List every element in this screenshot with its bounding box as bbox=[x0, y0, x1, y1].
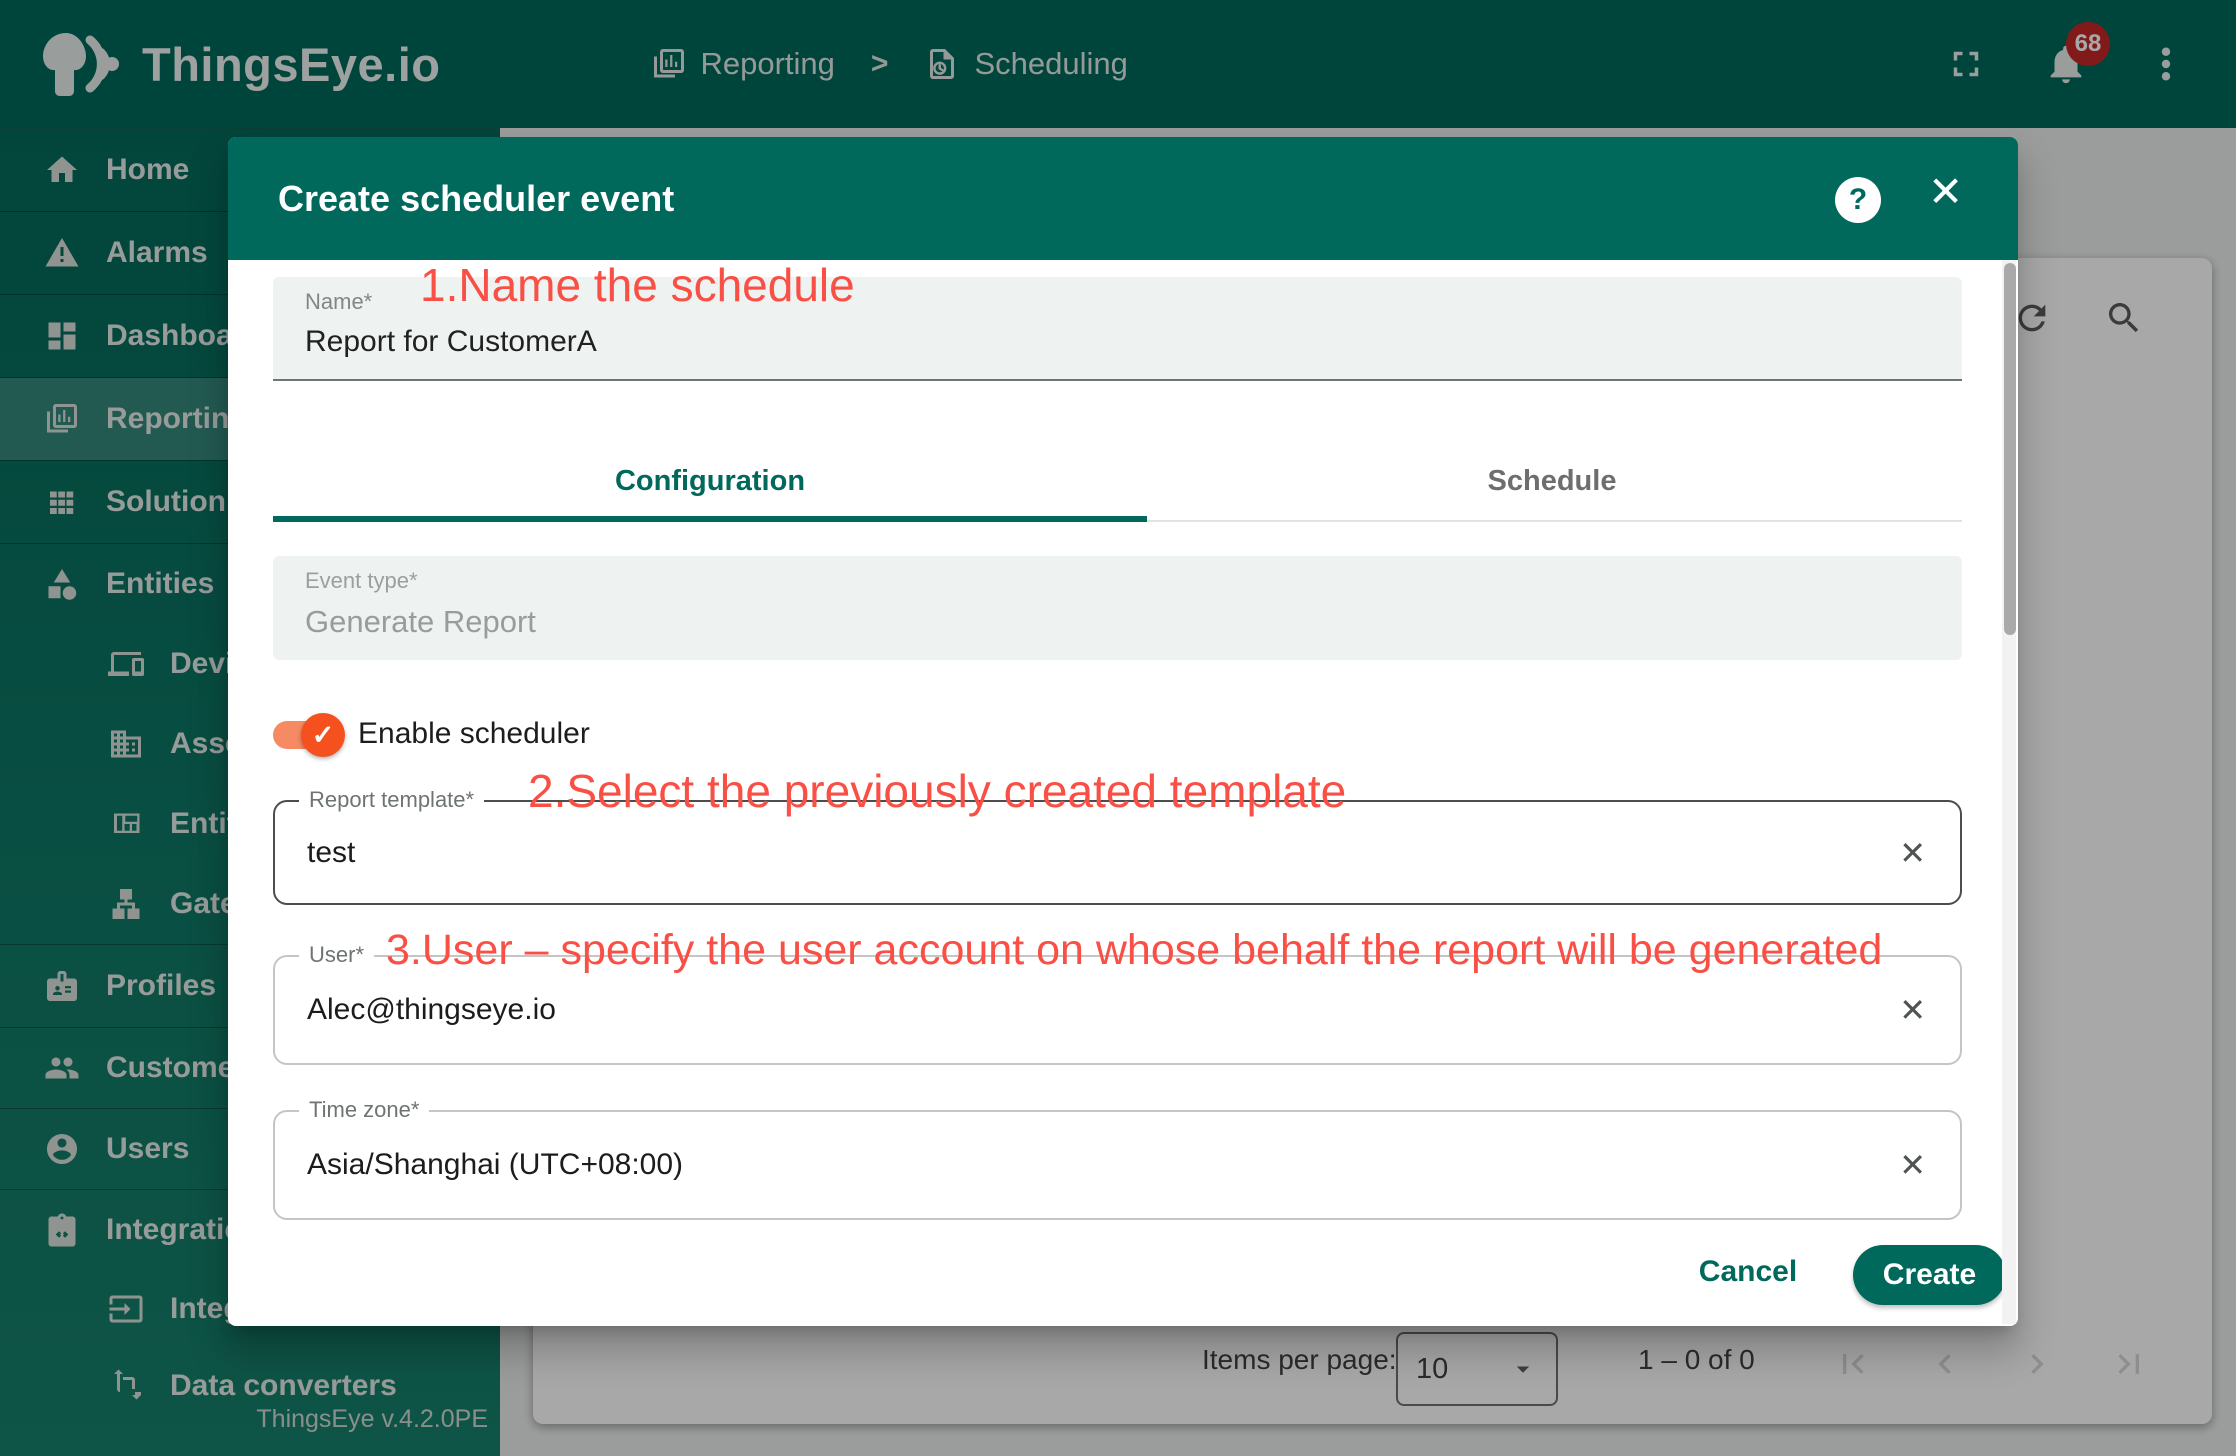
timezone-field-value: Asia/Shanghai (UTC+08:00) bbox=[307, 1148, 683, 1182]
active-tab-ink-bar bbox=[273, 516, 1147, 522]
dialog-tabs: Configuration Schedule bbox=[273, 437, 1962, 516]
create-scheduler-event-dialog: Create scheduler event ? ✕ Name* Report … bbox=[228, 137, 2018, 1326]
enable-scheduler-toggle[interactable]: ✓ bbox=[273, 721, 339, 749]
cancel-button[interactable]: Cancel bbox=[1688, 1255, 1808, 1289]
report-template-label: Report template* bbox=[299, 787, 484, 813]
annotation-step2: 2.Select the previously created template bbox=[528, 764, 1346, 818]
dialog-header: Create scheduler event ? ✕ bbox=[228, 137, 2018, 260]
clear-user-icon[interactable]: ✕ bbox=[1899, 991, 1926, 1029]
timezone-field-label: Time zone* bbox=[299, 1097, 429, 1123]
user-field-label: User* bbox=[299, 942, 374, 968]
help-icon[interactable]: ? bbox=[1835, 177, 1881, 223]
check-icon: ✓ bbox=[312, 720, 335, 751]
dialog-scrollbar-thumb[interactable] bbox=[2004, 263, 2016, 635]
clear-timezone-icon[interactable]: ✕ bbox=[1899, 1146, 1926, 1184]
annotation-step3: 3.User – specify the user account on who… bbox=[386, 926, 1882, 975]
name-field-value: Report for CustomerA bbox=[305, 325, 597, 359]
enable-scheduler-label: Enable scheduler bbox=[358, 717, 590, 751]
tab-schedule[interactable]: Schedule bbox=[1488, 465, 1617, 498]
dialog-title: Create scheduler event bbox=[278, 178, 674, 220]
user-field-value: Alec@thingseye.io bbox=[307, 993, 556, 1027]
name-field-label: Name* bbox=[305, 289, 372, 315]
toggle-thumb: ✓ bbox=[301, 713, 345, 757]
timezone-field[interactable]: Time zone* Asia/Shanghai (UTC+08:00) ✕ bbox=[273, 1110, 1962, 1220]
screen: ThingsEye.io Reporting > bbox=[0, 0, 2236, 1456]
report-template-value: test bbox=[307, 836, 355, 870]
event-type-field-value: Generate Report bbox=[305, 604, 536, 640]
event-type-field-label: Event type* bbox=[305, 568, 418, 594]
event-type-field: Event type* Generate Report bbox=[273, 556, 1962, 660]
dialog-scrollbar[interactable] bbox=[2002, 260, 2016, 1324]
tab-configuration[interactable]: Configuration bbox=[615, 465, 805, 498]
create-button[interactable]: Create bbox=[1853, 1245, 2006, 1305]
annotation-step1: 1.Name the schedule bbox=[420, 258, 855, 312]
close-icon[interactable]: ✕ bbox=[1928, 171, 1963, 213]
clear-report-template-icon[interactable]: ✕ bbox=[1899, 834, 1926, 872]
